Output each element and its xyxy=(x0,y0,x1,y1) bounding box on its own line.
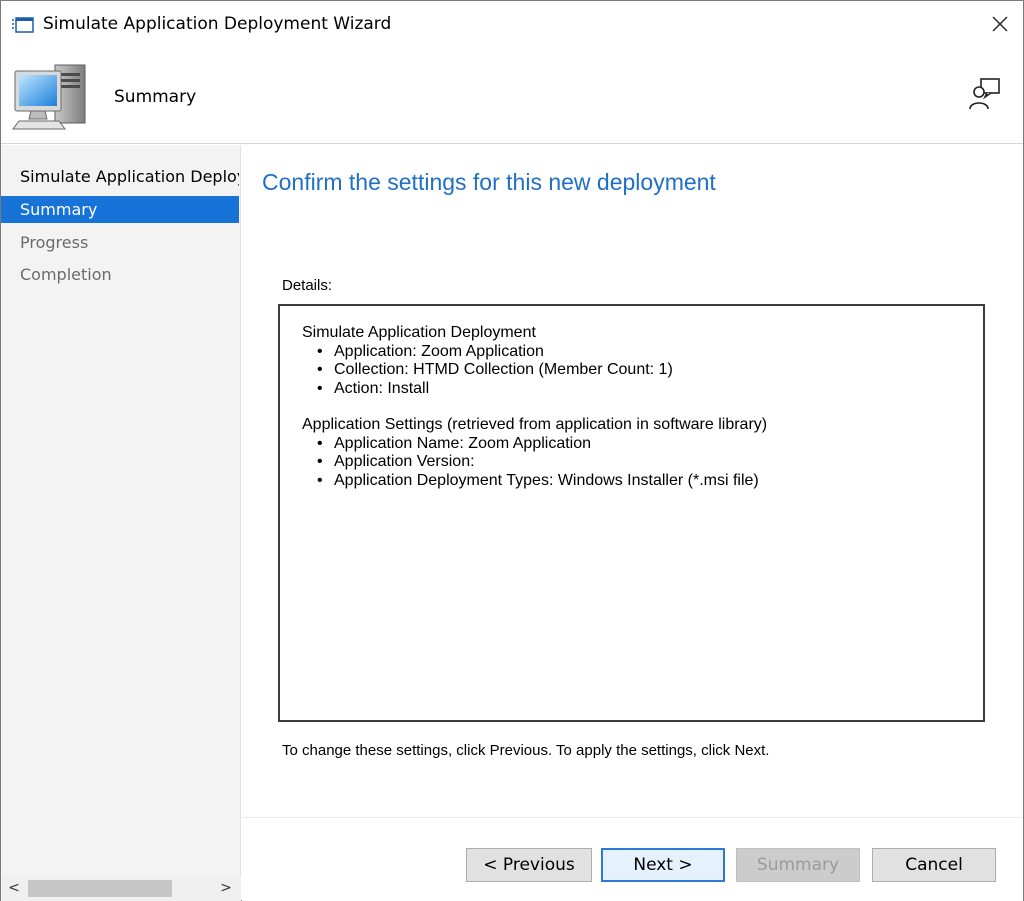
scroll-left-icon[interactable]: < xyxy=(4,878,24,898)
bullet-list: Application: Zoom Application Collection… xyxy=(302,343,961,399)
section-title: Application Settings (retrieved from app… xyxy=(302,416,768,433)
scrollbar-thumb[interactable] xyxy=(28,880,172,897)
previous-button[interactable]: < Previous xyxy=(466,848,592,882)
instruction-text: To change these settings, click Previous… xyxy=(282,742,770,759)
cancel-button[interactable]: Cancel xyxy=(872,848,996,882)
close-icon xyxy=(992,16,1008,32)
close-button[interactable] xyxy=(977,1,1023,47)
nav-step-summary[interactable]: Summary xyxy=(1,196,239,223)
summary-button[interactable]: Summary xyxy=(736,848,860,882)
nav-step-simulate[interactable]: Simulate Application Deployment xyxy=(1,163,239,190)
window-title: Simulate Application Deployment Wizard xyxy=(43,14,392,34)
nav-horizontal-scrollbar[interactable]: < > xyxy=(1,875,241,901)
wizard-window: Simulate Application Deployment Wizard S… xyxy=(0,0,1024,901)
next-button[interactable]: Next > xyxy=(601,848,725,882)
list-item: Application: Zoom Application xyxy=(314,343,961,362)
list-item: Action: Install xyxy=(314,380,961,399)
list-item: Application Name: Zoom Application xyxy=(314,435,961,454)
wizard-window-icon xyxy=(11,15,35,35)
nav-step-completion[interactable]: Completion xyxy=(1,261,239,288)
feedback-icon[interactable] xyxy=(967,76,1003,114)
list-item: Application Version: xyxy=(314,453,961,472)
wizard-steps-nav: Simulate Application Deployment Summary … xyxy=(1,145,241,901)
wizard-header: Summary xyxy=(1,49,1023,144)
divider xyxy=(242,817,1023,818)
computer-icon xyxy=(11,59,91,135)
list-item: Collection: HTMD Collection (Member Coun… xyxy=(314,361,961,380)
bullet-list: Application Name: Zoom Application Appli… xyxy=(302,435,961,491)
title-bar: Simulate Application Deployment Wizard xyxy=(1,1,1023,49)
details-textbox[interactable]: Simulate Application Deployment Applicat… xyxy=(278,304,985,722)
header-title: Summary xyxy=(114,87,197,107)
page-heading: Confirm the settings for this new deploy… xyxy=(262,169,716,195)
section-title: Simulate Application Deployment xyxy=(302,324,536,341)
main-panel: Confirm the settings for this new deploy… xyxy=(242,145,1023,901)
scroll-right-icon[interactable]: > xyxy=(216,878,236,898)
nav-step-progress[interactable]: Progress xyxy=(1,229,239,256)
details-label: Details: xyxy=(282,277,333,294)
list-item: Application Deployment Types: Windows In… xyxy=(314,472,961,491)
